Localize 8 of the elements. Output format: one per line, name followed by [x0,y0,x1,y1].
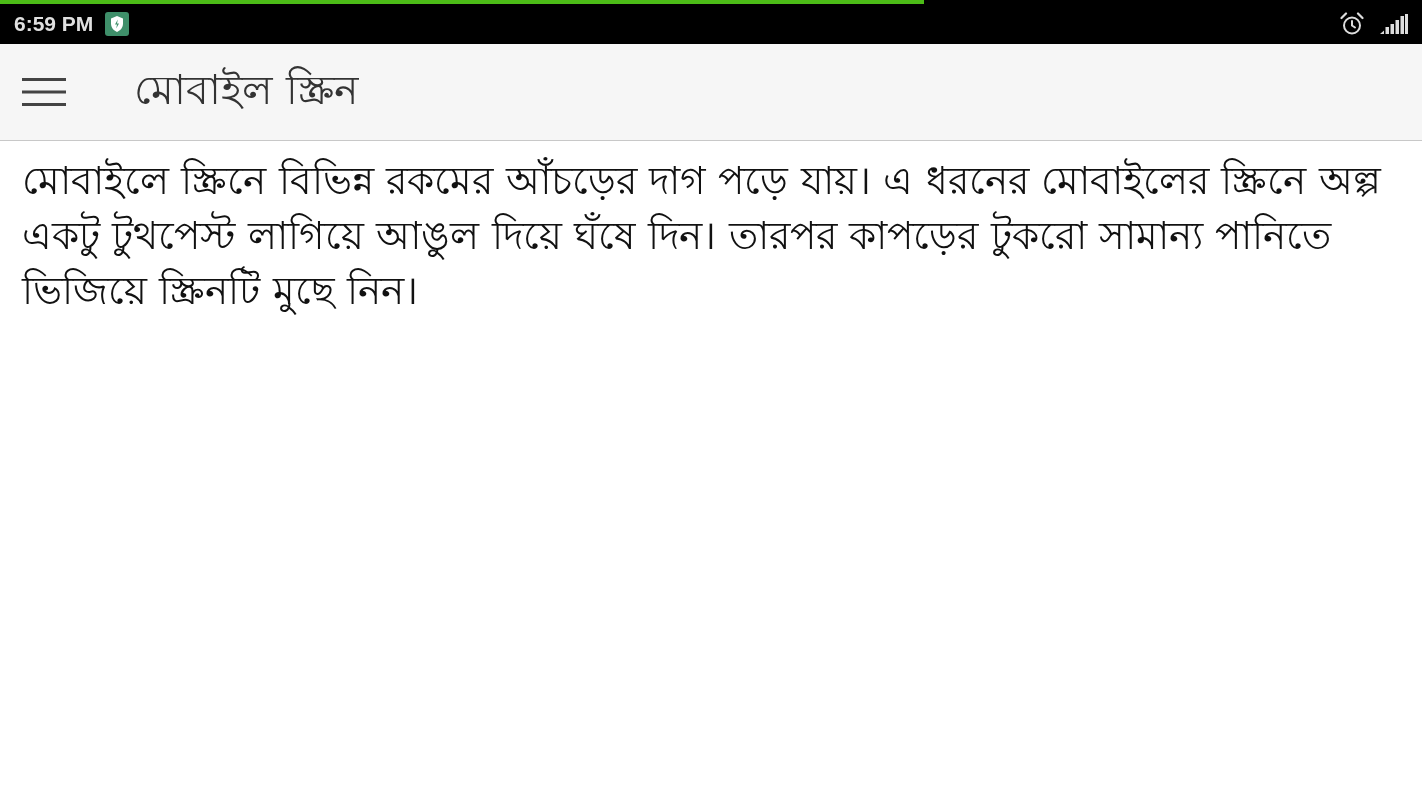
alarm-clock-icon [1340,12,1364,36]
signal-icon [1380,14,1408,34]
menu-button[interactable] [22,78,66,106]
shield-bolt-icon [105,12,130,36]
clock-time: 6:59 PM [14,12,94,36]
menu-icon [22,78,66,106]
toolbar-title: মোবাইল স্ক্রিন [134,64,359,116]
article-text: মোবাইলে স্ক্রিনে বিভিন্ন রকমের আঁচড়ের দাগ পড়ে যায়। এ ধরনের মোবাইলের স্ক্রিনে অল্প একটু টুথপেস্ট লাগিয়ে আঙুল দিয়ে ঘঁষে দিন। তারপর কাপড়ের টুকরো সামান্য পানিতে ভিজিয়ে স্ক্রিনটি মুছে নিন। [22,156,1383,317]
